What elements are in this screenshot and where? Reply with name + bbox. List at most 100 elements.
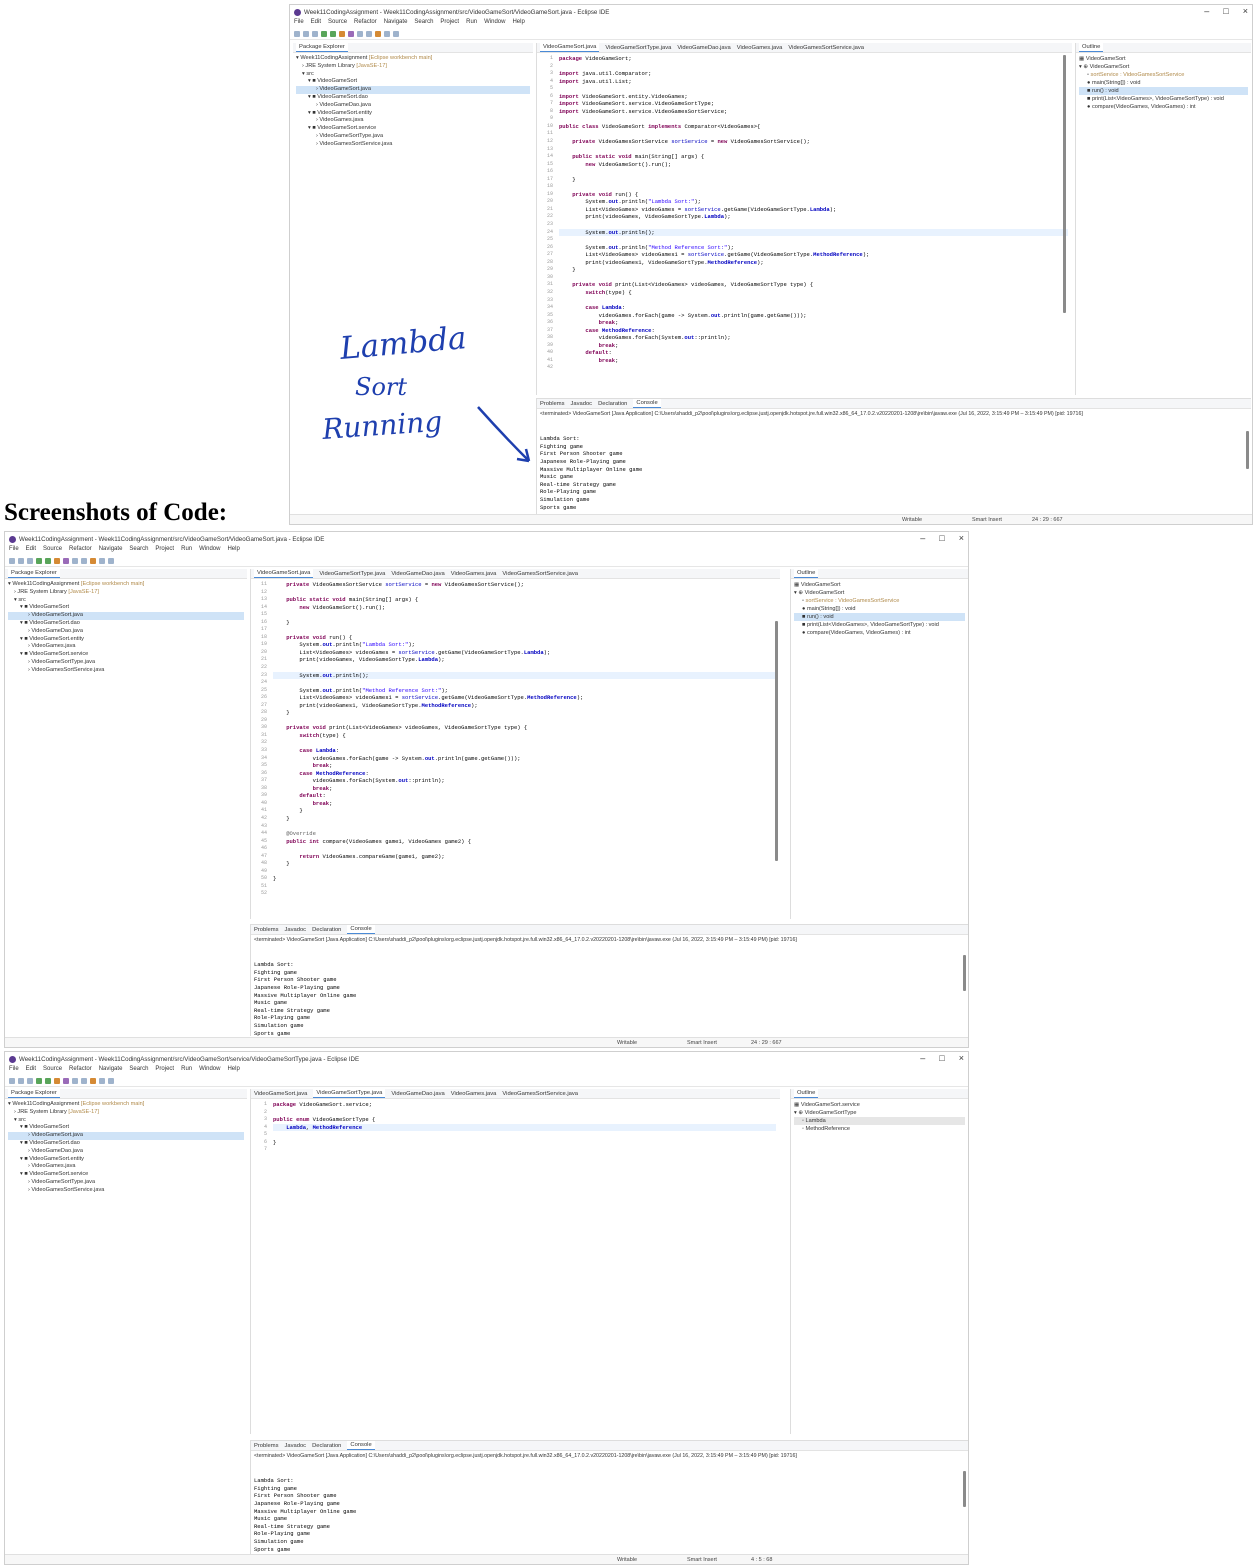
external-tools-icon[interactable]: [54, 1078, 60, 1084]
tab-videogamesorttype[interactable]: VideoGameSortType.java: [319, 571, 385, 577]
print-icon[interactable]: [27, 1078, 33, 1084]
outline-item[interactable]: ■ run() : void: [1079, 87, 1248, 95]
print-icon[interactable]: [27, 558, 33, 564]
tab-videogamessortservice[interactable]: VideoGamesSortService.java: [502, 1091, 578, 1097]
editor-scrollbar[interactable]: [1063, 55, 1066, 313]
menu-run[interactable]: Run: [181, 546, 192, 556]
tab-videogamedao[interactable]: VideoGameDao.java: [391, 571, 444, 577]
tab-declaration[interactable]: Declaration: [312, 927, 341, 933]
tree-src[interactable]: ▾ src: [296, 71, 530, 79]
tab-declaration[interactable]: Declaration: [312, 1443, 341, 1449]
tab-videogamesorttype[interactable]: VideoGameSortType.java: [313, 1089, 386, 1098]
menu-window[interactable]: Window: [199, 546, 220, 556]
tab-videogames[interactable]: VideoGames.java: [737, 45, 783, 51]
menu-run[interactable]: Run: [181, 1066, 192, 1076]
outline-item[interactable]: ● compare(VideoGames, VideoGames) : int: [1079, 103, 1248, 111]
tree-file[interactable]: › VideoGameSortType.java: [296, 133, 530, 141]
tree-package[interactable]: ▾ ■ VideoGameSort.service: [8, 1171, 244, 1179]
tree-file[interactable]: › VideoGamesSortService.java: [296, 141, 530, 149]
minimize-button[interactable]: –: [1204, 6, 1209, 16]
outline-item[interactable]: ▾ ⊕ VideoGameSort: [1079, 63, 1248, 71]
new-class-icon[interactable]: [348, 31, 354, 37]
tree-project[interactable]: ▾ Week11CodingAssignment [Eclipse workbe…: [296, 55, 530, 63]
back-icon[interactable]: [99, 558, 105, 564]
menu-edit[interactable]: Edit: [26, 546, 36, 556]
menu-project[interactable]: Project: [155, 546, 174, 556]
code-text[interactable]: package VideoGameSort.service; public en…: [273, 1101, 776, 1434]
run-icon[interactable]: [45, 558, 51, 564]
menu-source[interactable]: Source: [43, 1066, 62, 1076]
outline-item[interactable]: ◦ MethodReference: [794, 1125, 965, 1133]
tree-package[interactable]: ▾ ■ VideoGameSort.service: [8, 651, 244, 659]
menu-search[interactable]: Search: [129, 1066, 148, 1076]
run-icon[interactable]: [330, 31, 336, 37]
new-icon[interactable]: [9, 558, 15, 564]
debug-icon[interactable]: [36, 1078, 42, 1084]
forward-icon[interactable]: [108, 558, 114, 564]
tab-videogamessortservice[interactable]: VideoGamesSortService.java: [502, 571, 578, 577]
tree-src[interactable]: ▾ src: [8, 597, 244, 605]
console-scrollbar[interactable]: [963, 955, 966, 991]
tree-file[interactable]: › VideoGames.java: [296, 117, 530, 125]
debug-icon[interactable]: [321, 31, 327, 37]
tab-javadoc[interactable]: Javadoc: [284, 1443, 306, 1449]
tab-videogamesort[interactable]: VideoGameSort.java: [254, 1091, 307, 1097]
menu-search[interactable]: Search: [414, 19, 433, 29]
tree-package[interactable]: ▾ ■ VideoGameSort.entity: [296, 110, 530, 118]
menu-refactor[interactable]: Refactor: [354, 19, 377, 29]
tree-package[interactable]: ▾ ■ VideoGameSort.entity: [8, 1156, 244, 1164]
menu-refactor[interactable]: Refactor: [69, 546, 92, 556]
new-class-icon[interactable]: [63, 1078, 69, 1084]
forward-icon[interactable]: [108, 1078, 114, 1084]
tab-problems[interactable]: Problems: [540, 401, 564, 407]
back-icon[interactable]: [384, 31, 390, 37]
menu-help[interactable]: Help: [227, 546, 239, 556]
tree-jre[interactable]: › JRE System Library [JavaSE-17]: [8, 1109, 244, 1117]
close-button[interactable]: ×: [959, 533, 964, 543]
tree-file[interactable]: › VideoGames.java: [8, 1163, 244, 1171]
menu-edit[interactable]: Edit: [26, 1066, 36, 1076]
console-output[interactable]: Lambda Sort: Fighting game First Person Sh…: [251, 1461, 968, 1564]
outline-tab[interactable]: Outline: [794, 1089, 819, 1098]
tree-file[interactable]: › VideoGamesSortService.java: [8, 1187, 244, 1195]
search-icon[interactable]: [366, 31, 372, 37]
new-class-icon[interactable]: [63, 558, 69, 564]
tree-package[interactable]: ▾ ■ VideoGameSort.dao: [296, 94, 530, 102]
annotation-icon[interactable]: [90, 1078, 96, 1084]
editor-scrollbar[interactable]: [775, 621, 778, 861]
annotation-icon[interactable]: [90, 558, 96, 564]
tab-videogamedao[interactable]: VideoGameDao.java: [677, 45, 730, 51]
tree-src[interactable]: ▾ src: [8, 1117, 244, 1125]
tree-file[interactable]: › VideoGameSort.java: [296, 86, 530, 94]
console-output[interactable]: Lambda Sort: Fighting game First Person Sh…: [251, 945, 968, 1047]
outline-item[interactable]: ▦ VideoGameSort.service: [794, 1101, 965, 1109]
outline-item[interactable]: ▾ ⊕ VideoGameSort: [794, 589, 965, 597]
minimize-button[interactable]: –: [920, 1053, 925, 1063]
tree-file[interactable]: › VideoGames.java: [8, 643, 244, 651]
open-type-icon[interactable]: [72, 1078, 78, 1084]
tree-package[interactable]: ▾ ■ VideoGameSort: [296, 78, 530, 86]
tab-javadoc[interactable]: Javadoc: [284, 927, 306, 933]
tree-file[interactable]: › VideoGameSort.java: [8, 612, 244, 620]
tree-file[interactable]: › VideoGameDao.java: [8, 628, 244, 636]
open-type-icon[interactable]: [357, 31, 363, 37]
tree-package[interactable]: ▾ ■ VideoGameSort: [8, 604, 244, 612]
menu-window[interactable]: Window: [199, 1066, 220, 1076]
menu-run[interactable]: Run: [466, 19, 477, 29]
external-tools-icon[interactable]: [339, 31, 345, 37]
console-scrollbar[interactable]: [963, 1471, 966, 1507]
save-icon[interactable]: [303, 31, 309, 37]
package-explorer-tab[interactable]: Package Explorer: [8, 569, 60, 578]
tree-package[interactable]: ▾ ■ VideoGameSort.dao: [8, 1140, 244, 1148]
outline-item[interactable]: ◦ Lambda: [794, 1117, 965, 1125]
menu-project[interactable]: Project: [155, 1066, 174, 1076]
outline-item[interactable]: ■ run() : void: [794, 613, 965, 621]
close-button[interactable]: ×: [959, 1053, 964, 1063]
save-icon[interactable]: [18, 558, 24, 564]
tree-file[interactable]: › VideoGameSort.java: [8, 1132, 244, 1140]
tab-videogames[interactable]: VideoGames.java: [451, 571, 497, 577]
menu-navigate[interactable]: Navigate: [99, 1066, 123, 1076]
maximize-button[interactable]: □: [939, 533, 944, 543]
new-icon[interactable]: [294, 31, 300, 37]
menu-navigate[interactable]: Navigate: [99, 546, 123, 556]
